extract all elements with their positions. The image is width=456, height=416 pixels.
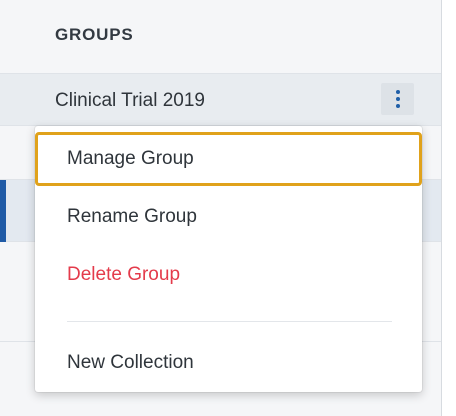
kebab-dot	[396, 104, 400, 108]
selection-indicator	[0, 180, 6, 242]
group-context-menu: Manage Group Rename Group Delete Group N…	[35, 126, 422, 392]
new-collection-menu-item[interactable]: New Collection	[35, 336, 422, 390]
group-row-clinical-trial[interactable]: Clinical Trial 2019	[0, 74, 441, 126]
groups-header: GROUPS	[0, 0, 441, 74]
content-area-edge	[443, 0, 456, 416]
rename-group-menu-item[interactable]: Rename Group	[35, 190, 422, 244]
group-name: Clinical Trial 2019	[55, 90, 205, 111]
groups-title: GROUPS	[55, 25, 134, 44]
kebab-dot	[396, 90, 400, 94]
manage-group-menu-item[interactable]: Manage Group	[35, 132, 422, 186]
menu-divider	[67, 321, 392, 322]
delete-group-menu-item[interactable]: Delete Group	[35, 248, 422, 302]
kebab-dot	[396, 97, 400, 101]
more-vertical-icon[interactable]	[381, 83, 414, 115]
